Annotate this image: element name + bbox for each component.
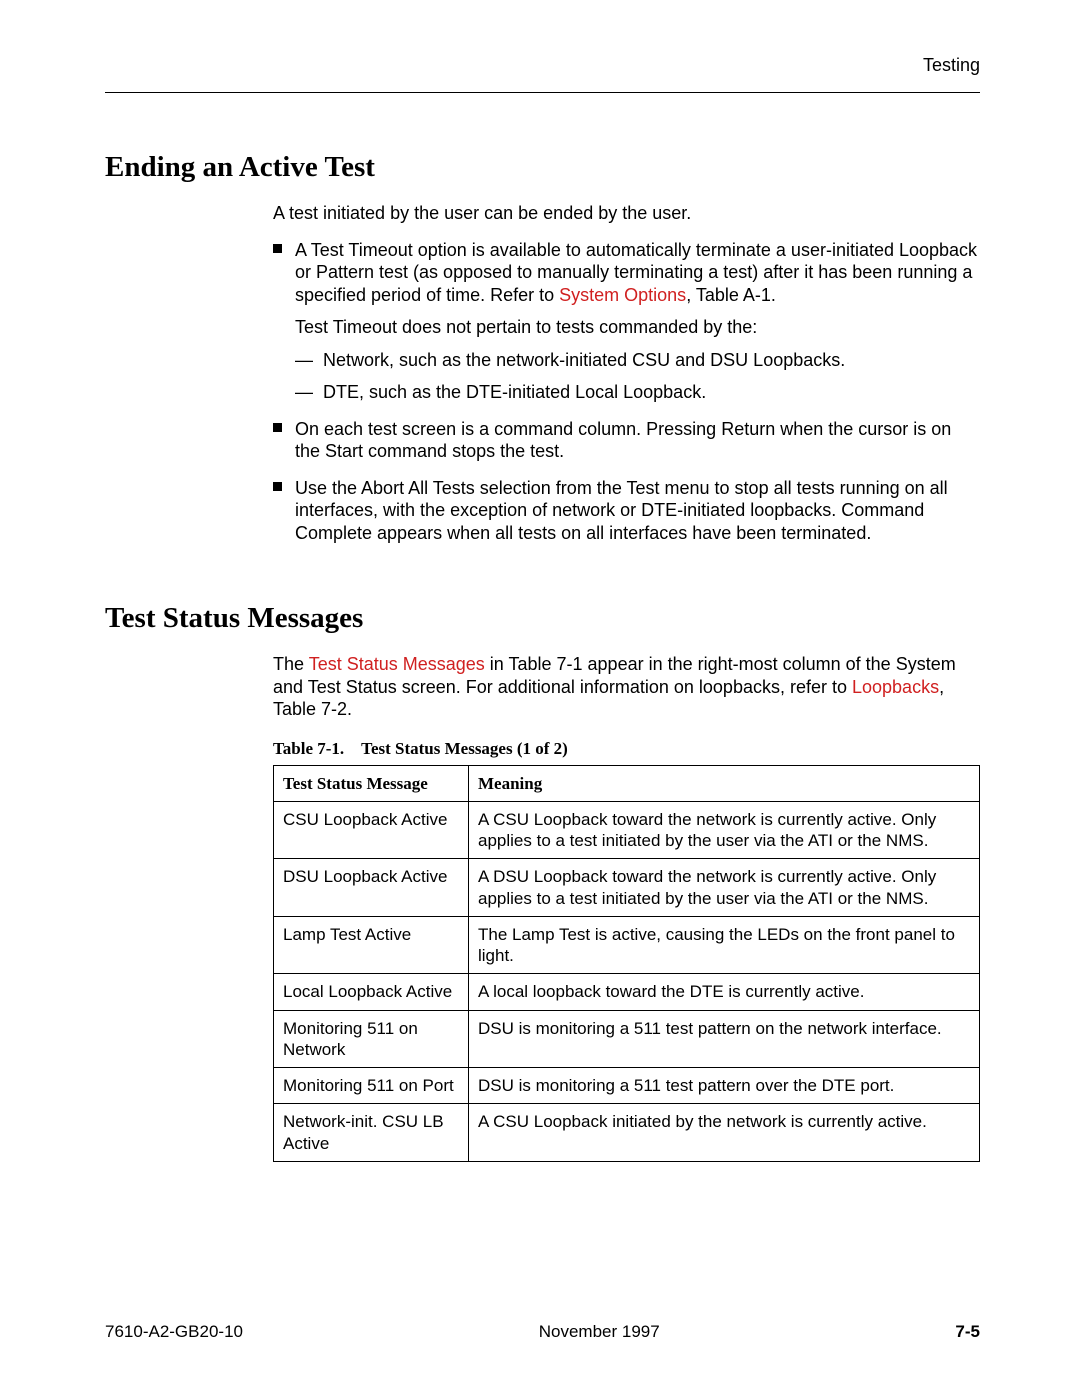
cell-meaning: A local loopback toward the DTE is curre… bbox=[469, 974, 980, 1010]
footer-doc-id: 7610-A2-GB20-10 bbox=[105, 1322, 243, 1342]
cell-meaning: DSU is monitoring a 511 test pattern on … bbox=[469, 1010, 980, 1068]
link-test-status-messages[interactable]: Test Status Messages bbox=[309, 654, 485, 674]
intro-paragraph: A test initiated by the user can be ende… bbox=[273, 202, 980, 225]
cell-meaning: A CSU Loopback initiated by the network … bbox=[469, 1104, 980, 1162]
table-row: Network-init. CSU LB Active A CSU Loopba… bbox=[274, 1104, 980, 1162]
bullet-item-timeout: A Test Timeout option is available to au… bbox=[273, 239, 980, 404]
cell-meaning: A CSU Loopback toward the network is cur… bbox=[469, 801, 980, 859]
cell-msg: Monitoring 511 on Port bbox=[274, 1068, 469, 1104]
header-section-label: Testing bbox=[105, 55, 980, 76]
table-row: Lamp Test Active The Lamp Test is active… bbox=[274, 916, 980, 974]
footer-date: November 1997 bbox=[539, 1322, 660, 1342]
cell-msg: Local Loopback Active bbox=[274, 974, 469, 1010]
bullet-item-command-column: On each test screen is a command column.… bbox=[273, 418, 980, 463]
table-row: CSU Loopback Active A CSU Loopback towar… bbox=[274, 801, 980, 859]
cell-msg: CSU Loopback Active bbox=[274, 801, 469, 859]
heading-test-status-messages: Test Status Messages bbox=[105, 602, 980, 635]
page-footer: 7610-A2-GB20-10 November 1997 7-5 bbox=[105, 1322, 980, 1342]
table-row: Local Loopback Active A local loopback t… bbox=[274, 974, 980, 1010]
dash-list: Network, such as the network-initiated C… bbox=[295, 349, 980, 404]
footer-page-number: 7-5 bbox=[955, 1322, 980, 1342]
cell-msg: Network-init. CSU LB Active bbox=[274, 1104, 469, 1162]
cell-msg: Lamp Test Active bbox=[274, 916, 469, 974]
cell-msg: Monitoring 511 on Network bbox=[274, 1010, 469, 1068]
cell-meaning: A DSU Loopback toward the network is cur… bbox=[469, 859, 980, 917]
dash-item-network: Network, such as the network-initiated C… bbox=[295, 349, 980, 372]
col-header-message: Test Status Message bbox=[274, 765, 469, 801]
test-status-table: Test Status Message Meaning CSU Loopback… bbox=[273, 765, 980, 1162]
bullet-list: A Test Timeout option is available to au… bbox=[273, 239, 980, 545]
bullet-item-abort-all: Use the Abort All Tests selection from t… bbox=[273, 477, 980, 545]
table-row: Monitoring 511 on Network DSU is monitor… bbox=[274, 1010, 980, 1068]
table-header-row: Test Status Message Meaning bbox=[274, 765, 980, 801]
p-pre: The bbox=[273, 654, 309, 674]
bullet-text-post: , Table A-1. bbox=[686, 285, 776, 305]
header-rule bbox=[105, 92, 980, 93]
cell-meaning: DSU is monitoring a 511 test pattern ove… bbox=[469, 1068, 980, 1104]
table-row: Monitoring 511 on Port DSU is monitoring… bbox=[274, 1068, 980, 1104]
dash-item-dte: DTE, such as the DTE-initiated Local Loo… bbox=[295, 381, 980, 404]
cell-msg: DSU Loopback Active bbox=[274, 859, 469, 917]
link-loopbacks[interactable]: Loopbacks bbox=[852, 677, 939, 697]
heading-ending-active-test: Ending an Active Test bbox=[105, 151, 980, 184]
table-row: DSU Loopback Active A DSU Loopback towar… bbox=[274, 859, 980, 917]
col-header-meaning: Meaning bbox=[469, 765, 980, 801]
sub-paragraph: Test Timeout does not pertain to tests c… bbox=[295, 316, 980, 339]
cell-meaning: The Lamp Test is active, causing the LED… bbox=[469, 916, 980, 974]
table-caption: Table 7-1. Test Status Messages (1 of 2) bbox=[273, 739, 980, 759]
link-system-options[interactable]: System Options bbox=[559, 285, 686, 305]
status-paragraph: The Test Status Messages in Table 7-1 ap… bbox=[273, 653, 980, 721]
